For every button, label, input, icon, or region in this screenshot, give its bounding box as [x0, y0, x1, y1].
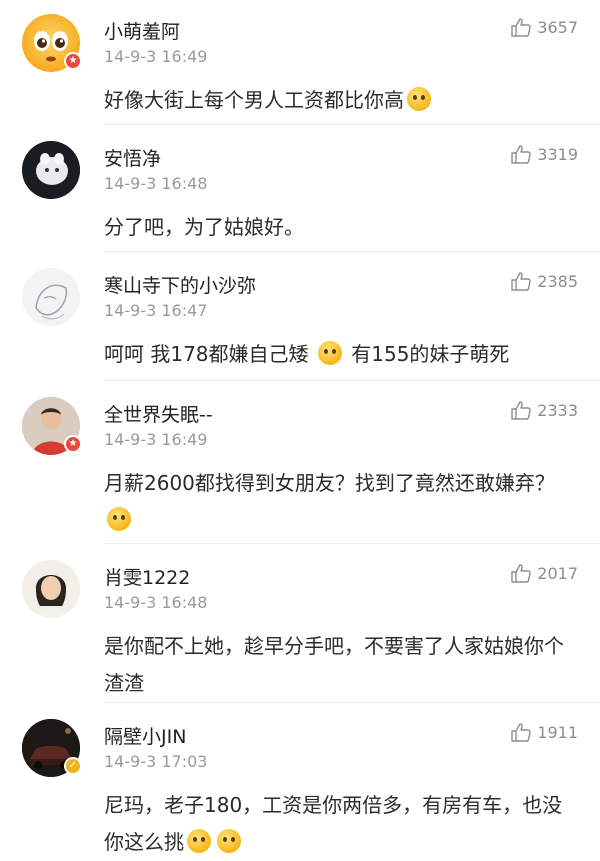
comment-item: 肖雯1222 14-9-3 16:48 2017 是你配不上她，趁早分手吧，不要…	[0, 546, 600, 702]
like-count: 1911	[537, 723, 578, 742]
like-count: 2017	[537, 564, 578, 583]
comment-item: 安悟净 14-9-3 16:48 3319 分了吧，为了姑娘好。	[0, 127, 600, 251]
wink-tongue-emoji-icon	[317, 341, 342, 365]
timestamp: 14-9-3 16:47	[104, 301, 208, 320]
like-button[interactable]: 2017	[511, 564, 578, 583]
like-button[interactable]: 1911	[511, 723, 578, 742]
username[interactable]: 安悟净	[104, 144, 161, 171]
comment-text: 是你配不上她，趁早分手吧，不要害了人家姑娘你个渣渣	[104, 634, 564, 695]
comment-item: ★ 全世界失眠-- 14-9-3 16:49 2333 月薪2600都找得到女朋…	[0, 383, 600, 543]
timestamp: 14-9-3 16:49	[104, 430, 208, 449]
comment-text: 好像大街上每个男人工资都比你高	[104, 82, 574, 119]
like-count: 2385	[537, 272, 578, 291]
like-button[interactable]: 3657	[511, 18, 578, 37]
timestamp: 14-9-3 16:48	[104, 593, 208, 612]
comment-item: ✓ 隔壁小JIN 14-9-3 17:03 1911 尼玛，老子180，工资是你…	[0, 705, 600, 861]
username[interactable]: 全世界失眠--	[104, 400, 213, 427]
like-count: 2333	[537, 401, 578, 420]
thinking-emoji-icon	[217, 829, 241, 853]
thinking-emoji-icon	[107, 507, 131, 531]
thumbs-up-icon	[511, 272, 532, 291]
star-badge-icon: ★	[64, 435, 82, 453]
tongue-emoji-icon	[407, 87, 431, 111]
avatar[interactable]	[22, 141, 80, 199]
comment-text: 尼玛，老子180，工资是你两倍多，有房有车，也没你这么挑	[104, 793, 563, 854]
timestamp: 14-9-3 16:49	[104, 47, 208, 66]
verified-v-badge-icon: ✓	[64, 757, 82, 775]
like-button[interactable]: 2385	[511, 272, 578, 291]
divider	[104, 380, 600, 381]
comment-text: 呵呵 我178都嫌自己矮 有155的妹子萌死	[104, 341, 510, 366]
avatar[interactable]	[22, 560, 80, 618]
thumbs-up-icon	[511, 401, 532, 420]
divider	[104, 124, 600, 125]
comment-item: ★ 小萌羞阿 14-9-3 16:49 3657 好像大街上每个男人工资都比你高	[0, 0, 600, 124]
divider	[104, 702, 600, 703]
avatar[interactable]	[22, 268, 80, 326]
comment-list: ★ 小萌羞阿 14-9-3 16:49 3657 好像大街上每个男人工资都比你高…	[0, 0, 600, 861]
thumbs-up-icon	[511, 564, 532, 583]
timestamp: 14-9-3 16:48	[104, 174, 208, 193]
like-count: 3319	[537, 145, 578, 164]
like-button[interactable]: 2333	[511, 401, 578, 420]
star-badge-icon: ★	[64, 52, 82, 70]
comment-text: 分了吧，为了姑娘好。	[104, 215, 304, 239]
thumbs-up-icon	[511, 145, 532, 164]
sketch-portrait-icon	[22, 268, 80, 326]
timestamp: 14-9-3 17:03	[104, 752, 208, 771]
comment-item: 寒山寺下的小沙弥 14-9-3 16:47 2385 呵呵 我178都嫌自己矮 …	[0, 254, 600, 380]
username[interactable]: 隔壁小JIN	[104, 722, 186, 749]
like-button[interactable]: 3319	[511, 145, 578, 164]
thumbs-up-icon	[511, 723, 532, 742]
username[interactable]: 肖雯1222	[104, 563, 190, 590]
divider	[104, 543, 600, 544]
thumbs-up-icon	[511, 18, 532, 37]
divider	[104, 251, 600, 252]
like-count: 3657	[537, 18, 578, 37]
woman-photo-icon	[22, 560, 80, 618]
username[interactable]: 寒山寺下的小沙弥	[104, 271, 256, 298]
thinking-emoji-icon	[187, 829, 211, 853]
cat-photo-icon	[22, 141, 80, 199]
comment-text: 月薪2600都找得到女朋友？找到了竟然还敢嫌弃？	[104, 465, 574, 539]
username[interactable]: 小萌羞阿	[104, 17, 180, 44]
